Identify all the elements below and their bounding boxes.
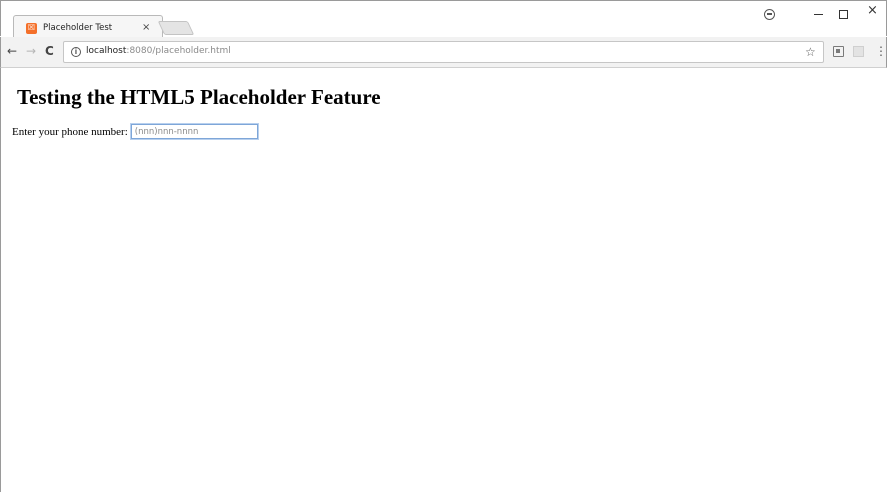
phone-label: Enter your phone number: bbox=[12, 125, 128, 138]
minimize-icon[interactable] bbox=[814, 14, 823, 15]
phone-input[interactable] bbox=[129, 123, 259, 140]
profile-icon[interactable] bbox=[764, 9, 775, 20]
address-bar[interactable]: i localhost:8080/placeholder.html ☆ bbox=[63, 41, 824, 63]
tab-title: Placeholder Test bbox=[43, 23, 113, 33]
page-viewport: Testing the HTML5 Placeholder Feature En… bbox=[0, 68, 887, 492]
back-arrow-icon[interactable]: ← bbox=[7, 44, 17, 58]
maximize-icon[interactable] bbox=[839, 10, 848, 19]
extension-icon[interactable] bbox=[833, 46, 844, 57]
phone-form-row: Enter your phone number: bbox=[12, 123, 259, 140]
browser-toolbar: ← → C i localhost:8080/placeholder.html … bbox=[0, 37, 887, 68]
browser-tab[interactable]: ☒ Placeholder Test × bbox=[13, 15, 163, 38]
extension-pdf-icon[interactable] bbox=[853, 46, 864, 57]
url-text[interactable]: localhost:8080/placeholder.html bbox=[86, 46, 231, 56]
tab-close-icon[interactable]: × bbox=[142, 20, 150, 36]
tab-content: ☒ Placeholder Test bbox=[26, 20, 112, 36]
bookmark-star-icon[interactable]: ☆ bbox=[805, 45, 816, 59]
site-info-icon[interactable]: i bbox=[71, 47, 81, 57]
browser-titlebar: ☒ Placeholder Test × × bbox=[0, 0, 887, 38]
new-tab-button[interactable] bbox=[157, 21, 195, 35]
menu-kebab-icon[interactable]: ⋮ bbox=[875, 44, 887, 58]
url-host: localhost bbox=[86, 46, 127, 56]
url-path: :8080/placeholder.html bbox=[126, 46, 231, 56]
favicon-icon: ☒ bbox=[26, 22, 37, 34]
forward-arrow-icon[interactable]: → bbox=[26, 44, 36, 58]
page-title: Testing the HTML5 Placeholder Feature bbox=[17, 85, 381, 109]
reload-icon[interactable]: C bbox=[45, 44, 54, 58]
window-close-icon[interactable]: × bbox=[867, 4, 878, 18]
